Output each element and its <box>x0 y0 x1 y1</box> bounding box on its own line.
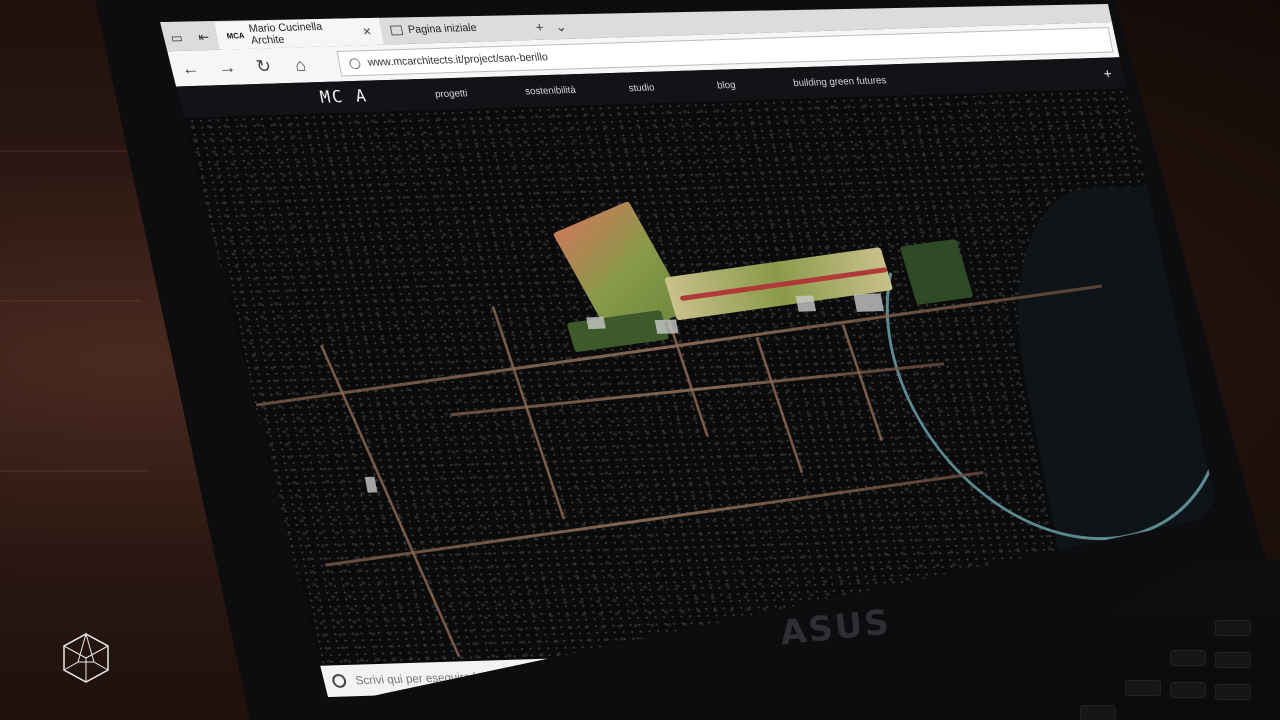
keyboard-key <box>1125 680 1161 696</box>
keyboard-key <box>1170 650 1206 666</box>
tab-title: Mario Cucinella Archite <box>247 20 324 47</box>
toolbar-right: ▯ ☆ <box>1145 4 1189 21</box>
tab-title: Pagina iniziale <box>407 22 478 36</box>
building <box>795 295 817 312</box>
nav-link-progetti[interactable]: progetti <box>434 88 468 100</box>
building <box>586 316 606 330</box>
nav-link-blog[interactable]: blog <box>716 80 736 91</box>
nav-link-studio[interactable]: studio <box>628 82 656 94</box>
page-icon <box>389 25 404 36</box>
wood-grain <box>0 300 140 302</box>
cortana-icon <box>331 673 348 688</box>
mca-favicon-icon: MCA <box>225 30 246 41</box>
keyboard-key <box>1215 684 1251 700</box>
plus-icon[interactable]: + <box>1102 65 1113 81</box>
wood-grain <box>0 470 150 472</box>
nav-link-building-green-futures[interactable]: building green futures <box>792 75 887 89</box>
keyboard-key <box>1215 652 1251 668</box>
nav-link-sostenibilita[interactable]: sostenibilità <box>524 85 577 97</box>
home-button[interactable]: ⌂ <box>287 54 314 75</box>
new-tab-button[interactable]: + <box>534 19 545 36</box>
building <box>853 293 884 312</box>
site-logo[interactable]: MC A <box>318 87 369 108</box>
chevron-down-icon[interactable]: ⌄ <box>554 18 569 35</box>
photo-scene: ASUS ▭ ⇤ MCA Mario Cucinella Archite ✕ P… <box>0 0 1280 720</box>
keyboard-key <box>1215 620 1251 636</box>
url-text: www.mcarchitects.it/project/san-berillo <box>366 51 549 69</box>
channel-logo-icon <box>63 632 109 683</box>
tab-actions: + ⌄ <box>534 18 569 40</box>
keyboard-key <box>1080 705 1116 720</box>
close-icon[interactable]: ✕ <box>361 25 373 38</box>
star-icon[interactable]: ☆ <box>1162 4 1174 14</box>
reading-view-icon[interactable]: ▯ <box>1145 4 1153 15</box>
building <box>654 319 679 334</box>
info-icon <box>348 57 362 69</box>
forward-button[interactable]: → <box>213 57 240 78</box>
keyboard-key <box>1170 682 1206 698</box>
refresh-button[interactable]: ↻ <box>250 55 277 76</box>
back-button[interactable]: ← <box>177 58 204 79</box>
